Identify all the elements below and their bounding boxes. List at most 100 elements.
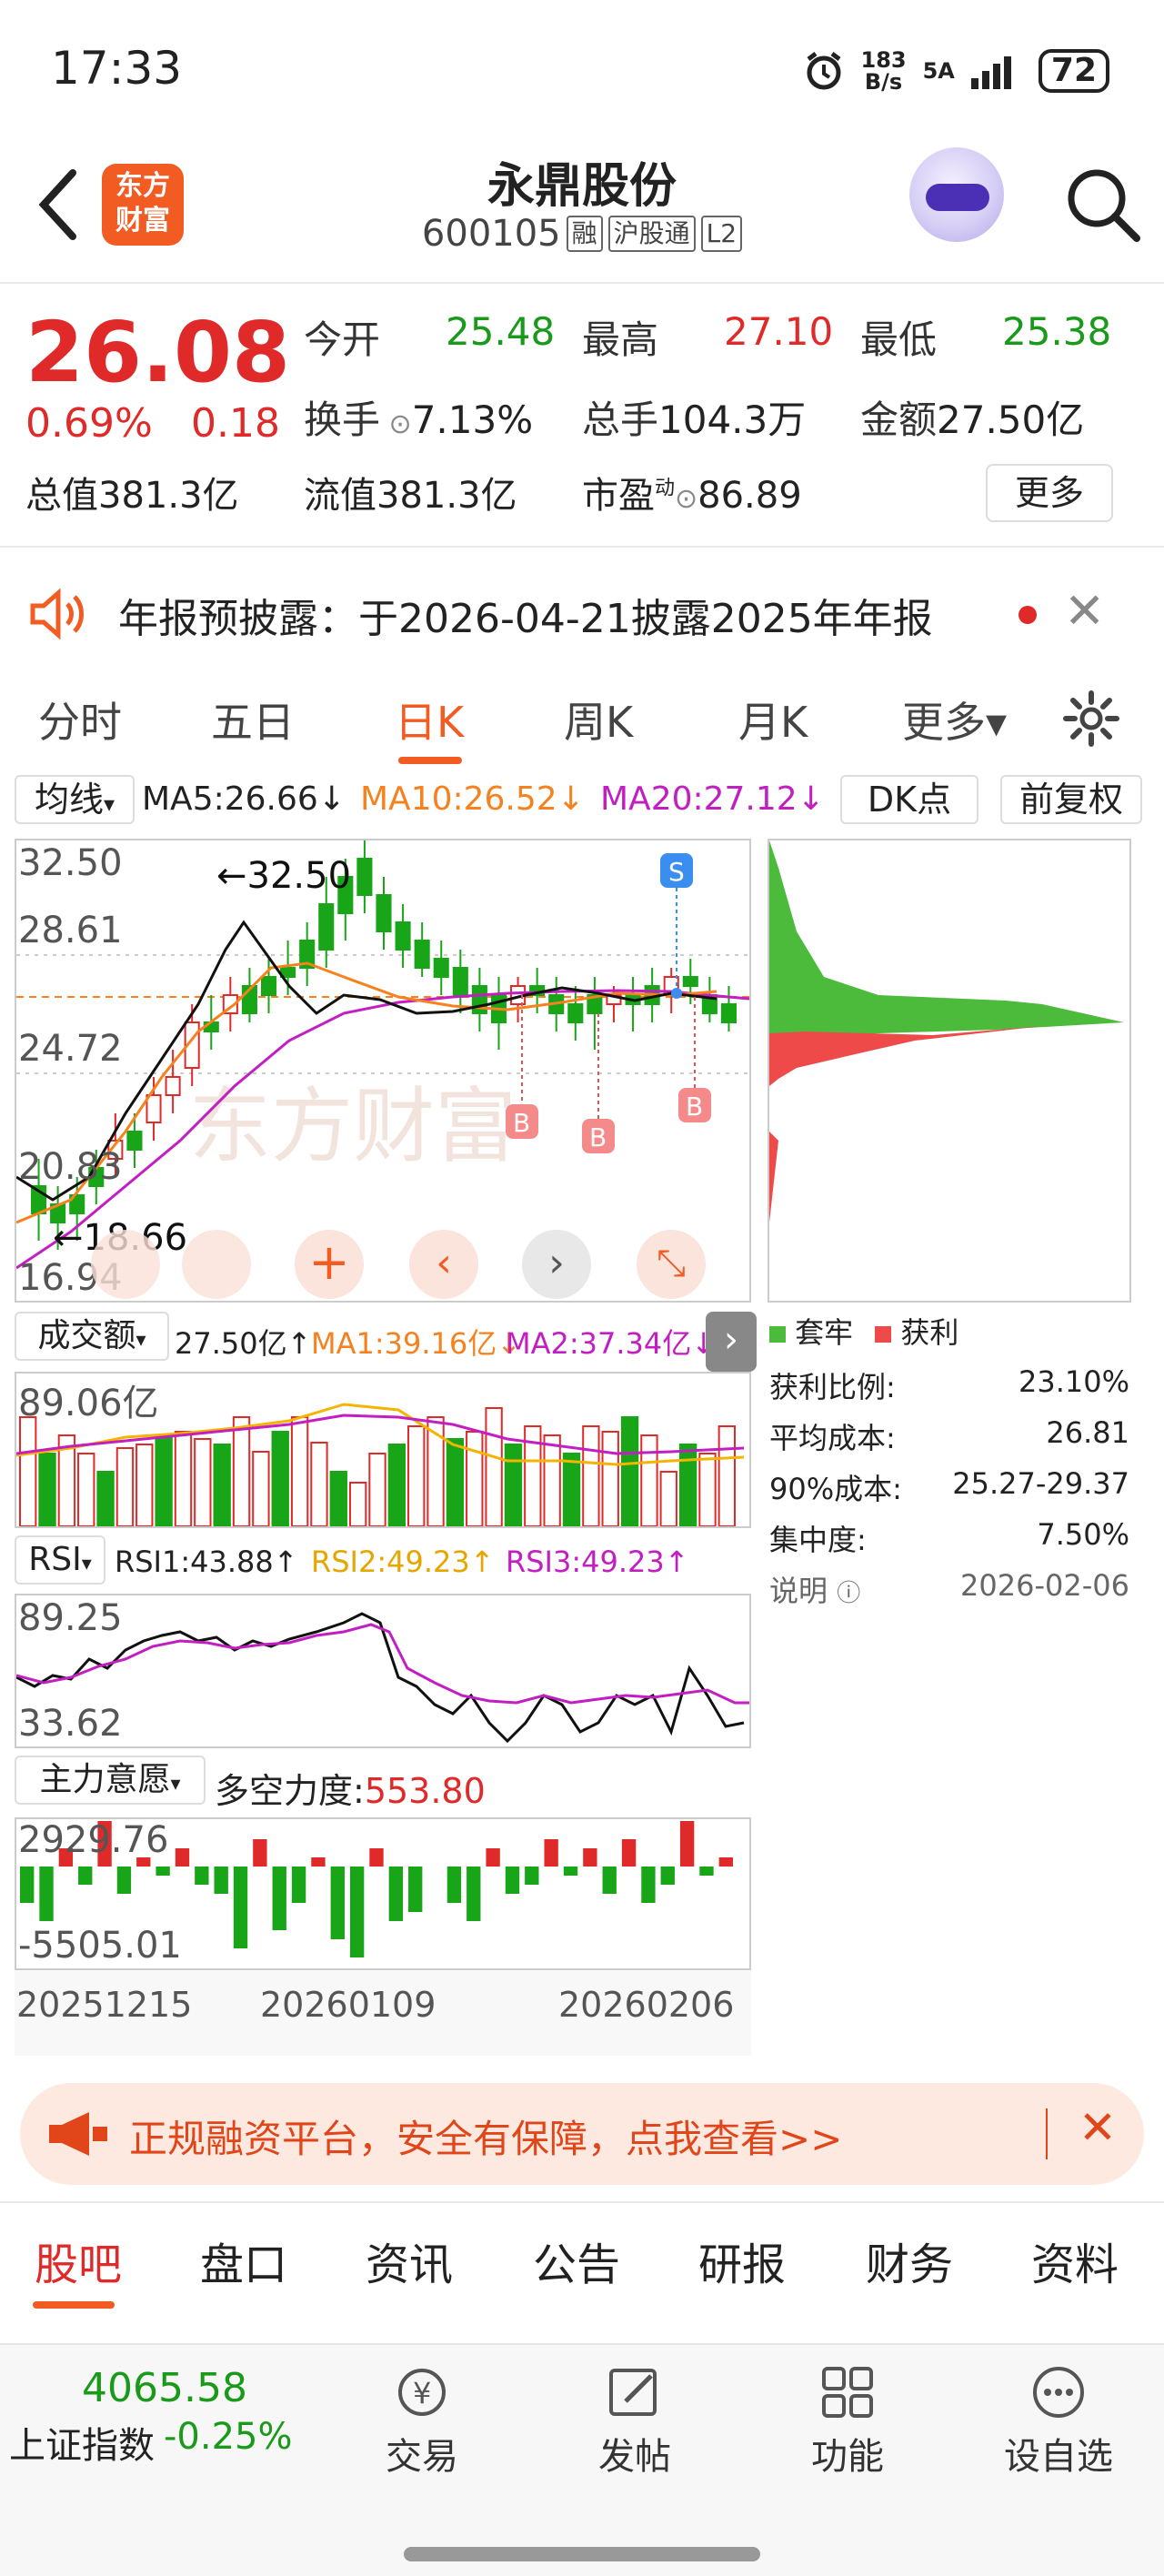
fullscreen-icon[interactable]: ⤡ — [637, 1230, 706, 1299]
index-change[interactable]: -0.25% — [164, 2416, 293, 2458]
volume-bar — [290, 1416, 309, 1526]
tab-research[interactable]: 研报 — [698, 2229, 786, 2292]
volume-bar — [620, 1416, 639, 1526]
net-speed: 183 B/s — [860, 47, 907, 95]
active-tab-indicator — [33, 2301, 115, 2309]
main-force-bar — [330, 1867, 345, 1939]
search-icon[interactable] — [1062, 164, 1144, 246]
candlestick-chart[interactable]: 东方财富 ←32.50 ←18.66 S B B B 32.50 28.61 2… — [15, 839, 751, 1303]
tab-more[interactable]: 更多▾ — [902, 689, 1007, 750]
chip-distribution-chart — [768, 839, 1131, 1303]
tab-profile[interactable]: 资料 — [1031, 2229, 1119, 2292]
tab-order-book[interactable]: 盘口 — [200, 2229, 287, 2292]
network-label: 5A — [922, 58, 955, 84]
tab-weekly-k[interactable]: 周K — [564, 689, 633, 750]
nav-functions[interactable]: 功能 — [775, 2363, 920, 2480]
ma5-value: MA5:26.66↓ — [142, 780, 346, 818]
main-force-bar — [39, 1867, 54, 1921]
main-force-bar — [505, 1867, 520, 1894]
main-force-bar — [272, 1867, 286, 1930]
zoom-out-button[interactable] — [182, 1230, 251, 1299]
tab-financials[interactable]: 财务 — [866, 2229, 953, 2292]
close-icon[interactable]: ✕ — [1064, 582, 1105, 639]
zoom-in-icon[interactable]: + — [295, 1230, 364, 1299]
y-axis-label: 20.83 — [18, 1146, 123, 1188]
volume-bar — [135, 1444, 154, 1526]
tab-monthly-k[interactable]: 月K — [738, 689, 808, 750]
volume-bar — [232, 1416, 251, 1526]
zoom-out-button[interactable] — [91, 1230, 160, 1299]
candle — [126, 1131, 143, 1151]
high-value: 27.10 — [724, 309, 834, 354]
dk-point-button[interactable]: DK点 — [840, 775, 978, 824]
financing-banner[interactable]: 正规融资平台，安全有保障，点我查看>> ✕ — [20, 2083, 1144, 2185]
chevron-left-icon[interactable]: ‹ — [409, 1230, 478, 1299]
adjust-button[interactable]: 前复权 — [1000, 775, 1142, 824]
chip-explain-row[interactable]: 说明 ⓘ 2026-02-06 — [769, 1568, 1129, 1610]
open-label: 今开 — [304, 317, 381, 362]
tab-news[interactable]: 资讯 — [366, 2229, 453, 2292]
main-force-bar — [641, 1867, 656, 1903]
volume-bar — [601, 1431, 619, 1526]
more-quote-button[interactable]: 更多 — [986, 464, 1113, 522]
volume-bar — [504, 1444, 523, 1526]
pe-field[interactable]: 市盈动⊙86.89 — [582, 466, 802, 518]
main-force-bar — [602, 1867, 617, 1894]
chip-stat-row: 平均成本: 26.81 — [769, 1415, 1129, 1455]
volume-value: 27.50亿↑ — [175, 1326, 312, 1361]
main-force-bar — [718, 1857, 733, 1867]
svg-text:¥: ¥ — [413, 2376, 431, 2410]
nav-trade[interactable]: ¥ 交易 — [349, 2363, 495, 2480]
svg-text:S: S — [668, 857, 685, 887]
volume-bar — [698, 1453, 717, 1526]
main-force-selector[interactable]: 主力意愿▾ — [15, 1756, 206, 1805]
main-force-chart: 2929.76 -5505.01 — [15, 1817, 751, 1970]
index-name[interactable]: 上证指数 — [9, 2416, 155, 2469]
main-force-bar — [195, 1867, 209, 1885]
candle — [260, 976, 277, 996]
hk-connect-tag: 沪股通 — [607, 216, 696, 252]
main-force-bar — [369, 1848, 384, 1867]
volume-bar — [466, 1431, 484, 1526]
main-force-bar — [116, 1867, 132, 1894]
candle — [433, 958, 449, 978]
speaker-icon — [30, 588, 84, 640]
change-percent: 0.69% — [25, 400, 153, 447]
volume-selector[interactable]: 成交额▾ — [15, 1312, 169, 1361]
rsi-selector[interactable]: RSI▾ — [15, 1535, 105, 1585]
y-axis-label: 28.61 — [18, 910, 123, 951]
svg-text:B: B — [589, 1122, 607, 1152]
candle — [414, 940, 430, 969]
date-label: 20260206 — [558, 1985, 735, 2025]
volume-bar — [582, 1425, 600, 1526]
chip-legend: 套牢 获利 — [769, 1310, 958, 1352]
close-icon[interactable]: ✕ — [1079, 2101, 1117, 2154]
chevron-right-icon[interactable]: › — [522, 1230, 591, 1299]
volume-bar — [387, 1444, 406, 1526]
tab-intraday[interactable]: 分时 — [38, 689, 122, 750]
turnover-field[interactable]: 换手 ⊙7.13% — [304, 389, 533, 445]
volume-bar — [678, 1444, 697, 1526]
content-tabs: 股吧 盘口 资讯 公告 研报 财务 资料 — [0, 2201, 1164, 2310]
info-icon: ⊙ — [675, 483, 698, 515]
main-force-axis-max: 2929.76 — [18, 1819, 169, 1861]
volume-chart: 89.06亿 — [15, 1372, 751, 1528]
info-icon: ⓘ — [837, 1580, 861, 1607]
tab-five-day[interactable]: 五日 — [211, 689, 295, 750]
svg-text:B: B — [513, 1108, 530, 1138]
float-cap-field: 流值381.3亿 — [304, 475, 517, 517]
announcement-bar[interactable]: 年报预披露：于2026-04-21披露2025年年报 ✕ — [0, 566, 1164, 662]
stock-code: 600105 — [421, 213, 561, 255]
tab-announcements[interactable]: 公告 — [533, 2229, 620, 2292]
volume-bar — [543, 1434, 561, 1526]
main-force-bar — [233, 1867, 248, 1948]
nav-post[interactable]: 发帖 — [562, 2363, 707, 2480]
settings-gear-icon[interactable] — [1062, 689, 1120, 748]
ma-selector[interactable]: 均线▾ — [15, 775, 135, 824]
date-axis: 20251215 20260109 20260206 — [15, 1970, 751, 2056]
expand-panel-arrow-icon[interactable]: › — [706, 1312, 757, 1372]
tab-daily-k[interactable]: 日K — [395, 689, 464, 750]
tab-guba[interactable]: 股吧 — [35, 2229, 122, 2292]
index-value[interactable]: 4065.58 — [82, 2365, 247, 2411]
nav-add-watchlist[interactable]: 设自选 — [986, 2363, 1131, 2480]
